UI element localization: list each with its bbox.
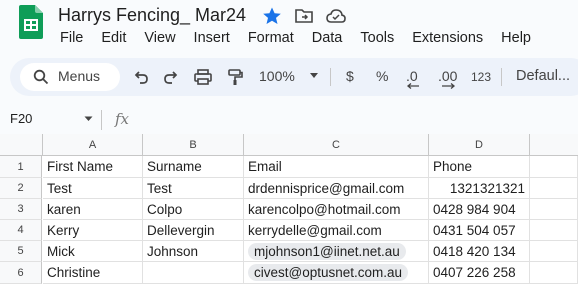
increase-decimal-label: .00: [438, 68, 458, 84]
name-box-dropdown-icon[interactable]: [84, 116, 93, 122]
cell-email[interactable]: karencolpo@hotmail.com: [244, 199, 429, 220]
email-chip[interactable]: civest@optusnet.com.au: [248, 264, 409, 281]
redo-icon[interactable]: [162, 68, 180, 86]
cell-empty[interactable]: [530, 199, 578, 220]
menu-data[interactable]: Data: [301, 29, 350, 49]
cell-email[interactable]: mjohnson1@iinet.net.au: [244, 241, 429, 262]
cell-email[interactable]: civest@optusnet.com.au: [244, 262, 429, 284]
menu-help[interactable]: Help: [490, 29, 538, 49]
column-header-b[interactable]: B: [143, 134, 244, 156]
sheets-logo-icon[interactable]: [19, 5, 43, 39]
row-header[interactable]: 6: [0, 262, 42, 284]
toolbar-divider: [501, 68, 502, 86]
column-header-c[interactable]: C: [244, 134, 429, 156]
menu-bar: File Edit View Insert Format Data Tools …: [49, 29, 538, 49]
cell-first-name[interactable]: Mick: [43, 241, 143, 262]
font-select[interactable]: Defaul...: [516, 68, 570, 84]
percent-format-button[interactable]: %: [376, 68, 388, 84]
formula-divider: [101, 110, 102, 130]
search-menus-button[interactable]: Menus: [20, 63, 120, 91]
row-header[interactable]: 2: [0, 178, 42, 199]
decrease-decimal-button[interactable]: .0: [406, 68, 418, 84]
currency-format-button[interactable]: $: [346, 68, 354, 84]
menu-file[interactable]: File: [49, 29, 90, 49]
column-header-e[interactable]: [530, 134, 578, 156]
cell-empty[interactable]: [530, 178, 578, 199]
number-format-button[interactable]: 123: [471, 70, 491, 84]
cell-first-name[interactable]: Christine: [43, 262, 143, 284]
spreadsheet-grid: A B C D 1 First Name Surname Email Phone 2 Tes…: [0, 134, 578, 284]
star-icon[interactable]: [262, 6, 282, 26]
row-header[interactable]: 5: [0, 241, 42, 262]
menu-format[interactable]: Format: [237, 29, 301, 49]
cell-first-name[interactable]: Test: [43, 178, 143, 199]
print-icon[interactable]: [193, 68, 213, 86]
cell-phone[interactable]: 0428 984 904: [429, 199, 530, 220]
column-header-d[interactable]: D: [429, 134, 530, 156]
decrease-decimal-label: .0: [406, 68, 418, 84]
document-title[interactable]: Harrys Fencing_ Mar24: [58, 5, 246, 26]
cell-surname[interactable]: Test: [143, 178, 244, 199]
header-cell-phone[interactable]: Phone: [429, 156, 530, 178]
cell-email[interactable]: drdennisprice@gmail.com: [244, 178, 429, 199]
toolbar-divider: [330, 68, 331, 86]
undo-icon[interactable]: [132, 68, 150, 86]
row-header[interactable]: 1: [0, 156, 42, 178]
zoom-select[interactable]: 100%: [259, 68, 295, 84]
cell-surname[interactable]: [143, 262, 244, 284]
menu-view[interactable]: View: [133, 29, 182, 49]
cell-empty[interactable]: [530, 262, 578, 284]
header-cell-email[interactable]: Email: [244, 156, 429, 178]
cell-surname[interactable]: Colpo: [143, 199, 244, 220]
cell-phone[interactable]: 0418 420 134: [429, 241, 530, 262]
menu-edit[interactable]: Edit: [90, 29, 133, 49]
zoom-dropdown-icon[interactable]: [309, 72, 319, 80]
row-header[interactable]: 4: [0, 220, 42, 241]
name-box[interactable]: F20: [10, 111, 32, 126]
cell-first-name[interactable]: Kerry: [43, 220, 143, 241]
cell-first-name[interactable]: karen: [43, 199, 143, 220]
header-cell-surname[interactable]: Surname: [143, 156, 244, 178]
arrow-left-icon: [406, 83, 419, 89]
fx-icon: fx: [115, 110, 130, 128]
cell-surname[interactable]: Dellevergin: [143, 220, 244, 241]
move-folder-icon[interactable]: [294, 6, 314, 26]
cell-phone[interactable]: 0407 226 258: [429, 262, 530, 284]
search-menus-label: Menus: [58, 68, 101, 84]
header-cell-first-name[interactable]: First Name: [43, 156, 143, 178]
paint-format-icon[interactable]: [226, 68, 244, 86]
arrow-right-icon: [442, 83, 456, 89]
cell-phone[interactable]: 0431 504 057: [429, 220, 530, 241]
cell-phone[interactable]: 1321321321: [429, 178, 530, 199]
cell-empty[interactable]: [530, 241, 578, 262]
column-header-a[interactable]: A: [43, 134, 143, 156]
menu-tools[interactable]: Tools: [349, 29, 401, 49]
cell-email[interactable]: kerrydelle@gmail.com: [244, 220, 429, 241]
cell-empty[interactable]: [530, 220, 578, 241]
cell-empty[interactable]: [530, 156, 578, 178]
search-icon: [33, 69, 49, 85]
row-header[interactable]: 3: [0, 199, 42, 220]
menu-insert[interactable]: Insert: [183, 29, 237, 49]
select-all-corner[interactable]: [0, 134, 43, 156]
cloud-saved-icon[interactable]: [325, 6, 347, 26]
cell-surname[interactable]: Johnson: [143, 241, 244, 262]
email-chip[interactable]: mjohnson1@iinet.net.au: [248, 243, 406, 260]
increase-decimal-button[interactable]: .00: [438, 68, 457, 84]
menu-extensions[interactable]: Extensions: [401, 29, 490, 49]
